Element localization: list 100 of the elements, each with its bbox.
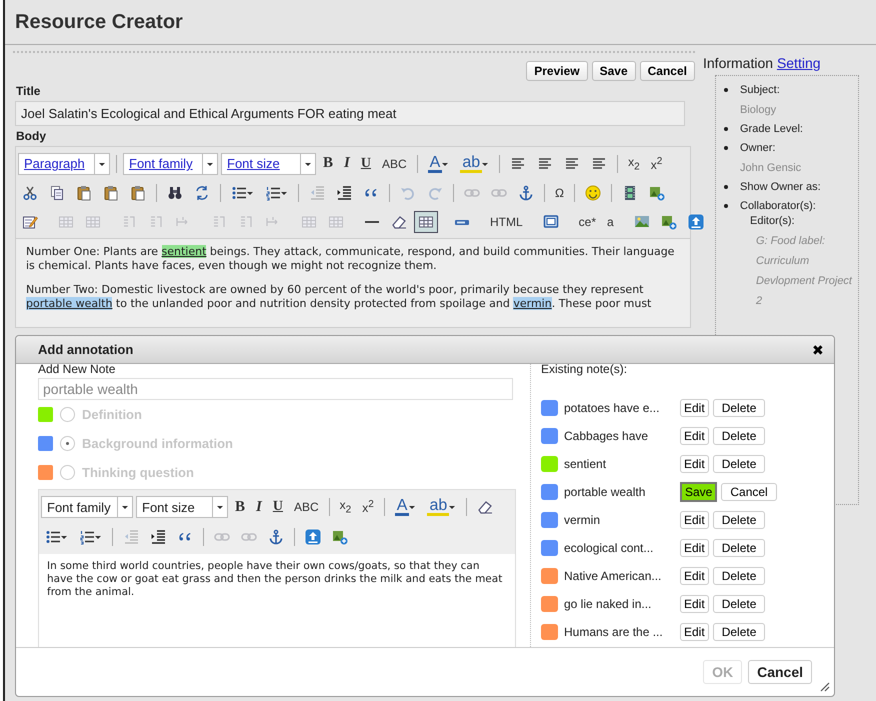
format-button[interactable]: ce* xyxy=(574,214,600,228)
app-title: Resource Creator xyxy=(15,10,183,34)
annotation-highlight[interactable]: sentient xyxy=(162,245,206,258)
bullet-list-icon[interactable] xyxy=(45,529,61,545)
format-button[interactable]: a xyxy=(603,214,618,228)
close-button[interactable]: ✖ xyxy=(812,342,824,358)
bullet-icon xyxy=(724,204,728,208)
format-button[interactable]: Ω xyxy=(551,186,568,200)
note-button[interactable]: Edit xyxy=(680,623,709,641)
bullet-list-icon[interactable] xyxy=(231,184,247,200)
info-label: Collaborator(s): xyxy=(740,200,816,212)
note-title: Humans are the ... xyxy=(564,625,664,639)
format-button[interactable]: x$_{2}$ xyxy=(624,154,644,172)
title-field[interactable]: Joel Salatin's Ecological and Ethical Arguments FOR eating meat xyxy=(15,101,685,126)
note-button[interactable]: Cancel xyxy=(721,483,777,501)
eraser-icon[interactable] xyxy=(477,499,494,515)
upload-icon[interactable] xyxy=(688,214,704,230)
image-add-icon[interactable] xyxy=(648,184,665,200)
format-button[interactable]: x$^{2}$ xyxy=(646,156,666,172)
format-button[interactable]: HTML xyxy=(486,214,527,228)
note-button[interactable]: Edit xyxy=(680,511,709,529)
action-button[interactable]: Preview xyxy=(526,61,588,81)
binoculars-icon[interactable] xyxy=(167,184,183,200)
eraser-icon[interactable] xyxy=(391,214,407,230)
note-button[interactable]: Edit xyxy=(680,539,709,557)
info-value: Biology xyxy=(740,104,778,116)
format-button[interactable]: U xyxy=(356,156,375,172)
action-button[interactable]: Cancel xyxy=(640,61,695,81)
note-button[interactable]: Delete xyxy=(712,399,766,417)
note-text[interactable]: In some third world countries, people have their own cows/goats, so that they can have the cow or goat eat grass and then the person drinks the milk and eats the meat from the animal. xyxy=(47,560,507,599)
info-sublabel: Editor(s): xyxy=(750,215,796,227)
scissors-icon[interactable] xyxy=(22,184,38,200)
anchor-icon[interactable] xyxy=(268,529,284,545)
format-select[interactable]: Font family xyxy=(123,152,218,174)
format-select[interactable]: Paragraph xyxy=(18,152,110,174)
format-button[interactable]: ABC xyxy=(290,500,323,514)
note-button[interactable]: Delete xyxy=(712,567,766,585)
annotation-highlight[interactable]: vermin xyxy=(513,297,552,310)
color-button[interactable]: ab xyxy=(427,498,450,516)
align-icon[interactable] xyxy=(510,156,526,172)
note-button[interactable]: Edit xyxy=(680,595,709,613)
align-icon[interactable] xyxy=(564,156,580,172)
format-button[interactable]: B xyxy=(231,498,250,516)
format-button[interactable]: x$^{2}$ xyxy=(358,499,378,515)
landscape-icon[interactable] xyxy=(634,214,650,230)
indent-icon[interactable] xyxy=(336,184,352,200)
color-button[interactable]: A xyxy=(428,154,442,172)
format-button[interactable]: I xyxy=(252,498,266,516)
note-button[interactable]: Delete xyxy=(712,455,766,473)
note-button[interactable]: Delete xyxy=(712,511,766,529)
bullet-icon xyxy=(724,146,728,150)
clipboard-icon[interactable] xyxy=(130,184,146,200)
monitor-icon[interactable] xyxy=(542,214,559,230)
arrows-icon[interactable] xyxy=(194,184,210,200)
numbered-list-icon[interactable] xyxy=(265,184,281,200)
clipboard-icon[interactable] xyxy=(76,184,92,200)
table-icon[interactable] xyxy=(418,214,434,230)
info-label: Show Owner as: xyxy=(740,181,821,193)
indent-icon[interactable] xyxy=(150,529,166,545)
format-button[interactable]: x$_{2}$ xyxy=(336,498,356,516)
smiley-icon[interactable] xyxy=(584,184,601,200)
annotation-highlight[interactable]: portable wealth xyxy=(26,297,112,310)
format-button[interactable]: B xyxy=(319,155,338,172)
info-label: Grade Level: xyxy=(740,123,803,135)
note-button[interactable]: Delete xyxy=(712,539,766,557)
image-add-icon[interactable] xyxy=(660,214,677,230)
note-button[interactable]: Edit xyxy=(680,567,709,585)
action-button[interactable]: Save xyxy=(592,61,636,81)
note-button[interactable]: Edit xyxy=(680,427,709,445)
align-icon[interactable] xyxy=(537,156,554,172)
upload-icon[interactable] xyxy=(305,529,321,545)
align-icon[interactable] xyxy=(591,156,608,172)
note-title: potatoes have e... xyxy=(564,401,660,415)
anchor-icon[interactable] xyxy=(518,184,534,200)
title-label: Title xyxy=(16,84,42,98)
image-add-icon[interactable] xyxy=(332,529,348,545)
format-button[interactable]: ABC xyxy=(378,156,411,170)
numbered-list-icon[interactable] xyxy=(79,529,95,545)
format-select[interactable]: Font size xyxy=(221,152,316,174)
note-button[interactable]: Edit xyxy=(680,399,709,417)
format-select[interactable]: Font family xyxy=(41,496,133,518)
color-button[interactable]: ab xyxy=(460,154,482,172)
pencil-note-icon[interactable] xyxy=(22,214,38,230)
note-button[interactable]: Delete xyxy=(712,623,766,641)
note-button[interactable]: Edit xyxy=(680,455,709,473)
dialog-button[interactable]: Cancel xyxy=(748,660,812,684)
document-icon[interactable] xyxy=(49,184,65,200)
format-button[interactable]: I xyxy=(340,155,354,172)
clipboard-icon[interactable] xyxy=(103,184,119,200)
format-select[interactable]: Font size xyxy=(136,496,228,518)
note-title: Cabbages have xyxy=(564,429,650,443)
format-button[interactable]: U xyxy=(268,499,287,515)
note-button[interactable]: Save xyxy=(680,482,718,502)
note-button[interactable]: Delete xyxy=(712,427,766,445)
note-button[interactable]: Delete xyxy=(712,595,766,613)
resize-grip-icon[interactable] xyxy=(818,680,830,692)
bullet-icon xyxy=(724,88,728,92)
color-button[interactable]: A xyxy=(394,498,410,516)
setting-link[interactable]: Setting xyxy=(776,55,821,71)
note-title-field[interactable]: portable wealth xyxy=(38,378,513,400)
